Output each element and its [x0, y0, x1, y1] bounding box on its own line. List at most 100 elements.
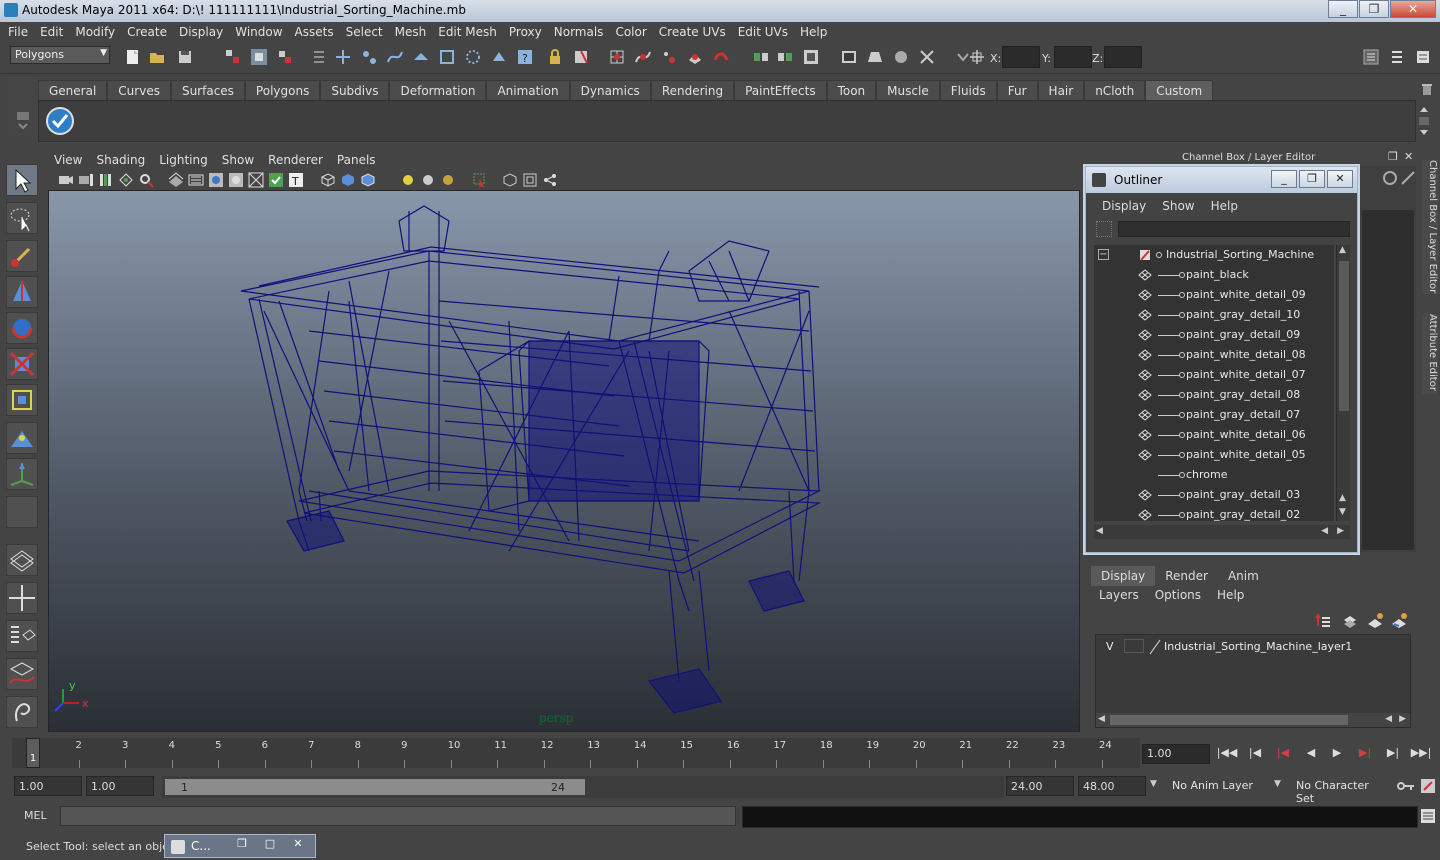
scroll-left-icon[interactable]: ◀ [1098, 714, 1105, 724]
layer-horizontal-scrollbar[interactable]: ◀ ◀ ▶ [1096, 713, 1410, 727]
menu-window[interactable]: Window [229, 22, 288, 42]
step-forward-key-button[interactable]: ▶| [1354, 746, 1376, 764]
select-component-icon[interactable] [276, 48, 294, 66]
range-slider-bar[interactable]: 1 24 [164, 778, 586, 796]
character-set-dropdown[interactable]: No Character Set [1292, 776, 1392, 805]
viewport-menu-show[interactable]: Show [216, 152, 262, 170]
show-hide-channel-box-icon[interactable] [1414, 48, 1432, 66]
scroll-left-icon[interactable]: ◀ [1096, 526, 1103, 536]
field-chart-icon[interactable] [248, 172, 264, 188]
select-object-icon[interactable] [250, 48, 268, 66]
step-back-frame-button[interactable]: |◀ [1244, 746, 1266, 764]
layer-menu-options[interactable]: Options [1147, 588, 1209, 602]
scroll-right-icon[interactable]: ▶ [1399, 714, 1406, 724]
menu-help[interactable]: Help [794, 22, 833, 42]
bookmarks-icon[interactable] [98, 172, 114, 188]
create-empty-layer-icon[interactable] [1366, 612, 1384, 630]
animation-start-field[interactable]: 1.00 [14, 776, 82, 796]
select-by-type-surfaces-icon[interactable] [412, 48, 430, 66]
menu-proxy[interactable]: Proxy [503, 22, 548, 42]
outliner-item[interactable]: paint_white_detail_05 [1094, 445, 1334, 465]
hypershade-layout-button[interactable] [6, 696, 38, 728]
2d-pan-zoom-icon[interactable] [138, 172, 154, 188]
film-gate-icon[interactable] [188, 172, 204, 188]
checkmark-shelf-icon[interactable] [45, 106, 75, 136]
viewport-menu-panels[interactable]: Panels [331, 152, 384, 170]
select-tool-button[interactable] [6, 164, 38, 196]
resolution-gate-icon[interactable] [208, 172, 224, 188]
select-by-type-dynamics-icon[interactable] [464, 48, 482, 66]
move-layer-down-icon[interactable] [1340, 612, 1358, 630]
trash-icon[interactable] [1420, 82, 1434, 96]
viewport-menu-shading[interactable]: Shading [90, 152, 153, 170]
layer-menu-layers[interactable]: Layers [1091, 588, 1147, 602]
render-current-frame-icon[interactable] [802, 48, 820, 66]
shelf-tab-deformation[interactable]: Deformation [389, 80, 487, 100]
layer-tab-anim[interactable]: Anim [1217, 566, 1269, 586]
select-hierarchy-icon[interactable] [224, 48, 242, 66]
wireframe-shading-icon[interactable] [320, 172, 336, 188]
menu-normals[interactable]: Normals [548, 22, 610, 42]
shelf-tab-fur[interactable]: Fur [996, 80, 1038, 100]
shelf-scroll-icon[interactable] [1417, 103, 1431, 139]
scroll-left-icon[interactable]: ◀ [1321, 526, 1328, 536]
menu-assets[interactable]: Assets [289, 22, 340, 42]
save-scene-icon[interactable] [176, 48, 194, 66]
isolate-select-icon[interactable] [472, 172, 488, 188]
shelf-tab-custom[interactable]: Custom [1145, 80, 1214, 100]
wireframe-on-shaded-icon[interactable] [360, 172, 376, 188]
outliner-title-bar[interactable]: Outliner _ ❐ ✕ [1086, 167, 1357, 193]
outliner-menu-display[interactable]: Display [1094, 199, 1154, 213]
auto-key-icon[interactable] [1396, 778, 1416, 794]
layer-color-icon[interactable] [1148, 639, 1162, 655]
menu-edit-uvs[interactable]: Edit UVs [732, 22, 794, 42]
camera-attributes-icon[interactable] [78, 172, 94, 188]
perspective-viewport[interactable]: y x persp [48, 190, 1080, 732]
menu-edit-mesh[interactable]: Edit Mesh [432, 22, 503, 42]
grid-toggle-icon[interactable] [168, 172, 184, 188]
layer-menu-help[interactable]: Help [1209, 588, 1252, 602]
play-backwards-button[interactable]: ◀ [1300, 746, 1322, 764]
move-layer-up-icon[interactable] [1314, 612, 1332, 630]
create-layer-from-selected-icon[interactable] [1390, 612, 1408, 630]
shelf-tab-surfaces[interactable]: Surfaces [170, 80, 245, 100]
scale-tool-button[interactable] [6, 348, 38, 380]
outliner-item[interactable]: paint_white_detail_08 [1094, 345, 1334, 365]
z-field[interactable] [1104, 46, 1142, 68]
go-to-end-button[interactable]: ▶▶| [1410, 746, 1432, 764]
construction-history-icon[interactable] [776, 48, 794, 66]
playback-end-field[interactable]: 24.00 [1006, 776, 1074, 796]
render-settings-icon[interactable] [866, 48, 884, 66]
all-lights-icon[interactable] [420, 172, 436, 188]
snap-to-view-planes-icon[interactable] [686, 48, 704, 66]
move-tool-button[interactable] [6, 276, 38, 308]
animation-preferences-icon[interactable] [1420, 778, 1436, 794]
maximize-button[interactable]: ❐ [1359, 0, 1389, 18]
select-by-type-deformations-icon[interactable] [438, 48, 456, 66]
menu-color[interactable]: Color [609, 22, 652, 42]
rotate-tool-button[interactable] [6, 312, 38, 344]
paint-select-tool-button[interactable] [6, 240, 38, 272]
close-button[interactable]: ✕ [285, 837, 311, 853]
outliner-menu-help[interactable]: Help [1203, 199, 1246, 213]
outliner-item[interactable]: paint_gray_detail_09 [1094, 325, 1334, 345]
script-editor-icon[interactable] [1420, 808, 1436, 824]
shelf-tab-subdivs[interactable]: Subdivs [320, 80, 390, 100]
chevron-down-icon[interactable]: ▼ [1274, 779, 1281, 789]
scroll-right-icon[interactable]: ▶ [1337, 526, 1344, 536]
step-forward-frame-button[interactable]: ▶| [1382, 746, 1404, 764]
select-camera-icon[interactable] [58, 172, 74, 188]
open-scene-icon[interactable] [148, 48, 166, 66]
outliner-item[interactable]: paint_black [1094, 265, 1334, 285]
safe-action-icon[interactable] [268, 172, 284, 188]
command-language-label[interactable]: MEL [24, 809, 47, 822]
playback-start-field[interactable]: 1.00 [86, 776, 154, 796]
hypershade-icon[interactable] [892, 48, 910, 66]
menu-display[interactable]: Display [173, 22, 229, 42]
shelf-tab-rendering[interactable]: Rendering [650, 80, 735, 100]
outliner-minimize-button[interactable]: _ [1271, 170, 1297, 188]
shelf-tab-polygons[interactable]: Polygons [244, 80, 321, 100]
channel-box-side-tab[interactable]: Channel Box / Layer Editor [1422, 160, 1438, 294]
outliner-item[interactable]: paint_white_detail_09 [1094, 285, 1334, 305]
go-to-start-button[interactable]: |◀◀ [1216, 746, 1238, 764]
